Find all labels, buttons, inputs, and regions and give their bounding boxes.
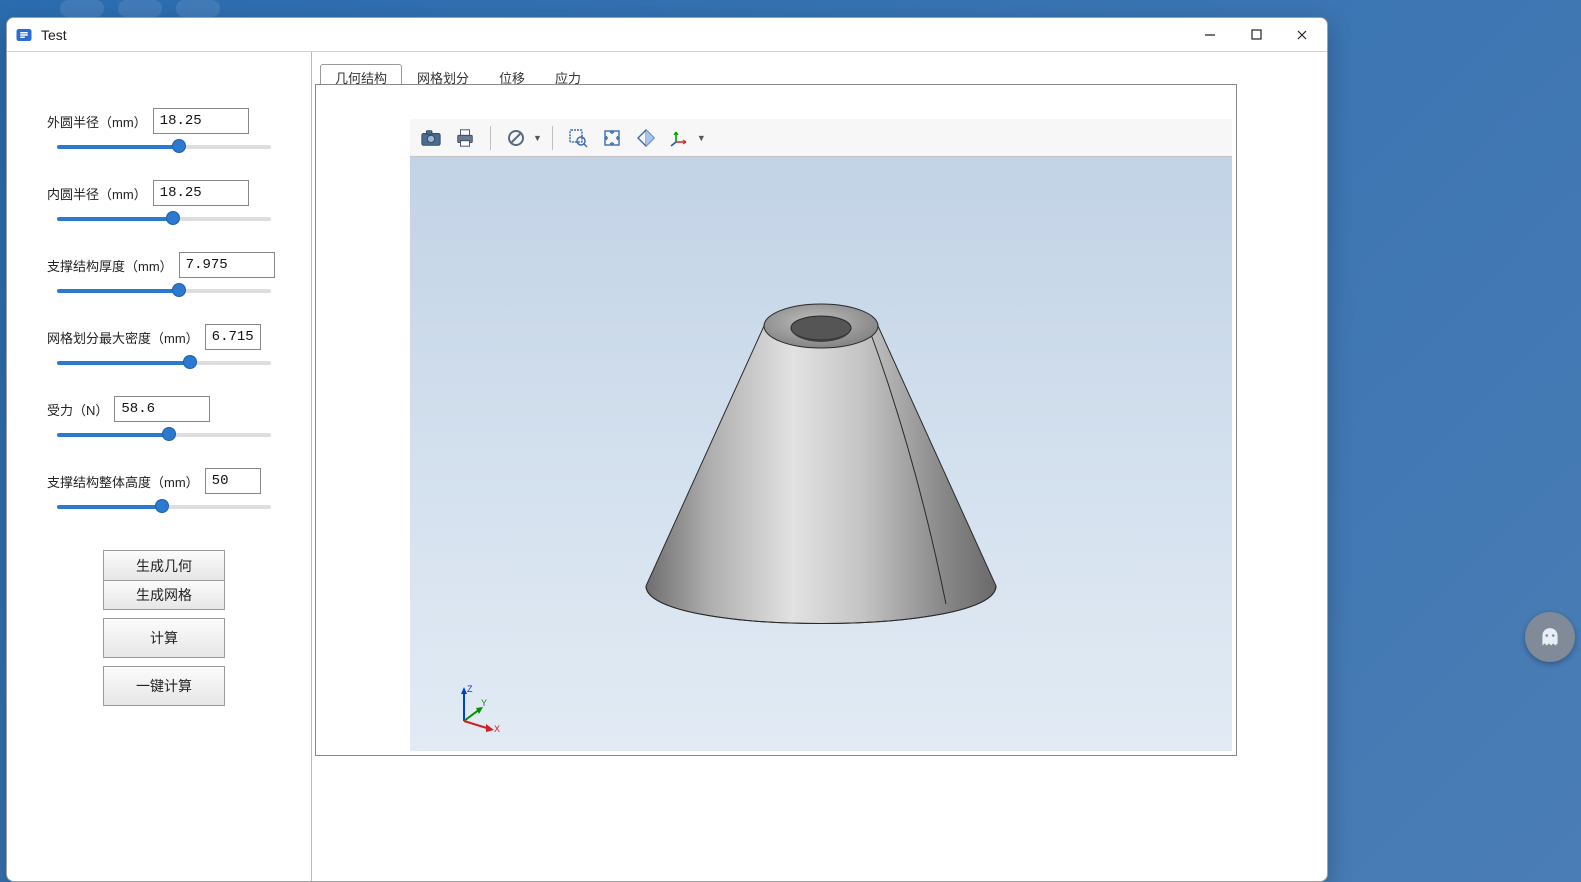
window-maximize-button[interactable] <box>1233 18 1279 51</box>
param-label: 支撑结构厚度（mm） <box>47 256 173 275</box>
viewer-toolbar: ▼ <box>410 119 1232 157</box>
taskbar-icons-hint <box>60 0 220 17</box>
param-slider[interactable] <box>47 284 281 296</box>
compute-button[interactable]: 计算 <box>103 618 225 658</box>
param-label: 内圆半径（mm） <box>47 184 147 203</box>
param-input[interactable] <box>153 108 249 134</box>
generate-geometry-button[interactable]: 生成几何 <box>103 550 225 580</box>
param-label: 受力（N） <box>47 400 108 419</box>
circle-slash-icon[interactable] <box>501 124 531 152</box>
tab-2[interactable]: 位移 <box>484 64 540 86</box>
param-slider[interactable] <box>47 140 281 152</box>
print-icon[interactable] <box>450 124 480 152</box>
app-icon <box>15 26 33 44</box>
param-slider[interactable] <box>47 356 281 368</box>
param-group: 内圆半径（mm） <box>47 180 281 224</box>
window-close-button[interactable] <box>1279 18 1325 51</box>
toolbar-separator <box>552 126 553 150</box>
param-group: 网格划分最大密度（mm） <box>47 324 281 368</box>
param-input[interactable] <box>205 468 261 494</box>
parameter-sidebar: 外圆半径（mm） 内圆半径（mm） 支撑结构厚度（mm） 网格划分最大密度（ <box>7 52 312 881</box>
param-input[interactable] <box>205 324 261 350</box>
view-frame: ▼ <box>315 84 1237 756</box>
window-title: Test <box>41 27 67 43</box>
param-slider[interactable] <box>47 212 281 224</box>
axes-triad-icon[interactable] <box>665 124 695 152</box>
fit-view-icon[interactable] <box>597 124 627 152</box>
tab-0[interactable]: 几何结构 <box>320 64 402 86</box>
param-input[interactable] <box>153 180 249 206</box>
param-label: 支撑结构整体高度（mm） <box>47 472 199 491</box>
axis-triad: Z Y X <box>452 683 502 733</box>
one-click-compute-button[interactable]: 一键计算 <box>103 666 225 706</box>
svg-text:Y: Y <box>481 698 487 708</box>
action-buttons: 生成几何 生成网格 计算 一键计算 <box>47 550 281 706</box>
param-group: 支撑结构整体高度（mm） <box>47 468 281 512</box>
main-area: 几何结构网格划分位移应力 ▼ <box>312 52 1327 881</box>
param-group: 受力（N） <box>47 396 281 440</box>
zoom-box-icon[interactable] <box>563 124 593 152</box>
param-group: 外圆半径（mm） <box>47 108 281 152</box>
camera-icon[interactable] <box>416 124 446 152</box>
toolbar-separator <box>490 126 491 150</box>
window-minimize-button[interactable] <box>1187 18 1233 51</box>
transparency-icon[interactable] <box>631 124 661 152</box>
ghost-floating-button[interactable] <box>1525 612 1575 662</box>
param-group: 支撑结构厚度（mm） <box>47 252 281 296</box>
3d-viewport[interactable]: Z Y X <box>410 157 1232 751</box>
param-label: 外圆半径（mm） <box>47 112 147 131</box>
dropdown-caret-icon[interactable]: ▼ <box>697 133 706 143</box>
param-label: 网格划分最大密度（mm） <box>47 328 199 347</box>
tab-1[interactable]: 网格划分 <box>402 64 484 86</box>
svg-text:X: X <box>494 724 500 733</box>
param-input[interactable] <box>179 252 275 278</box>
tab-3[interactable]: 应力 <box>540 64 596 86</box>
tab-bar: 几何结构网格划分位移应力 <box>320 63 1319 85</box>
app-window: Test 外圆半径（mm） 内圆半径（mm） <box>6 17 1328 882</box>
param-input[interactable] <box>114 396 210 422</box>
param-slider[interactable] <box>47 428 281 440</box>
generate-mesh-button[interactable]: 生成网格 <box>103 580 225 610</box>
svg-text:Z: Z <box>467 684 473 694</box>
titlebar[interactable]: Test <box>7 18 1327 52</box>
param-slider[interactable] <box>47 500 281 512</box>
dropdown-caret-icon[interactable]: ▼ <box>533 133 542 143</box>
geometry-model <box>636 286 1006 646</box>
